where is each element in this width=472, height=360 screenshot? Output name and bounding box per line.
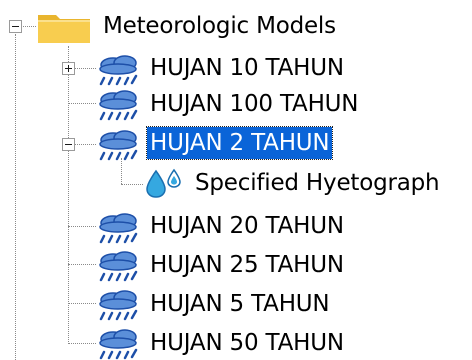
meteorologic-model-icon (99, 213, 138, 244)
meteorologic-model-icon (99, 329, 138, 360)
folder-icon (38, 15, 90, 43)
tree-trunk-line (68, 46, 69, 344)
tree-branch (68, 226, 96, 227)
meteorologic-model-icon (99, 130, 138, 161)
meteorologic-model-icon (99, 251, 138, 282)
collapse-toggle[interactable] (62, 138, 75, 151)
tree-branch (68, 264, 96, 265)
tree-item-label[interactable]: HUJAN 50 TAHUN (147, 327, 347, 359)
collapse-toggle-root[interactable] (9, 20, 22, 33)
tree-branch (73, 68, 96, 69)
tree-root-line (15, 34, 16, 360)
expand-toggle[interactable] (62, 62, 75, 75)
tree-child-label[interactable]: Specified Hyetograph (192, 167, 442, 199)
tree-item-label[interactable]: HUJAN 20 TAHUN (147, 210, 347, 242)
meteorologic-model-icon (99, 290, 138, 321)
tree-root-branch (20, 26, 36, 27)
tree-branch (73, 144, 96, 145)
tree-branch (68, 303, 96, 304)
tree-branch (121, 184, 143, 185)
tree-item-label[interactable]: HUJAN 5 TAHUN (147, 288, 332, 320)
tree-item-label[interactable]: HUJAN 10 TAHUN (147, 52, 347, 84)
tree-item-label[interactable]: HUJAN 25 TAHUN (147, 249, 347, 281)
tree-item-label[interactable]: HUJAN 100 TAHUN (147, 88, 361, 120)
tree-child-line (121, 158, 122, 184)
meteorologic-model-icon (99, 90, 138, 121)
tree-item-label-selected[interactable]: HUJAN 2 TAHUN (145, 126, 334, 160)
meteorologic-model-icon (99, 55, 138, 86)
meteorologic-models-tree: Meteorologic Models HUJAN 10 TAHUN HUJAN (0, 0, 472, 360)
tree-branch (68, 103, 96, 104)
tree-root-label[interactable]: Meteorologic Models (100, 10, 339, 42)
tree-branch (68, 343, 96, 344)
precipitation-drops-icon (146, 168, 181, 198)
